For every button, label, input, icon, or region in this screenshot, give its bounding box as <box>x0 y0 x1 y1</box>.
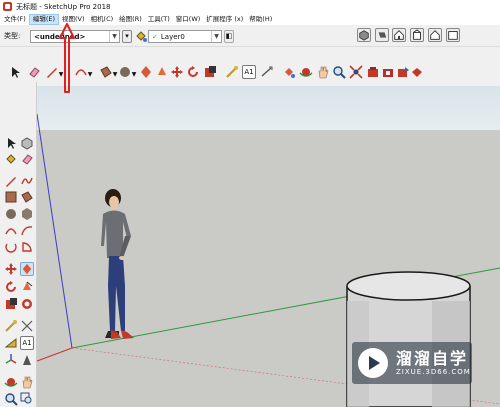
pan-hand-icon[interactable] <box>20 375 34 389</box>
dropdown-arrow-icon[interactable]: ▼ <box>130 68 138 82</box>
polygon-icon[interactable] <box>20 207 34 221</box>
top-view-icon[interactable] <box>375 28 389 42</box>
select-arrow-icon[interactable] <box>4 136 18 150</box>
annotation-arrow-icon <box>59 23 75 93</box>
extension-warehouse-icon[interactable] <box>381 65 395 79</box>
rectangle-icon[interactable] <box>4 190 18 204</box>
front-view-icon[interactable] <box>392 28 406 42</box>
dimension-icon[interactable] <box>20 319 34 333</box>
menu-edit[interactable]: 编辑(E) <box>28 13 59 25</box>
circle-icon[interactable] <box>4 207 18 221</box>
share-model-icon[interactable] <box>396 65 410 79</box>
menu-camera[interactable]: 相机(C) <box>88 14 117 25</box>
x-ray-icon[interactable] <box>147 29 161 43</box>
push-pull-icon[interactable] <box>139 65 153 79</box>
warehouse-icon[interactable] <box>366 65 380 79</box>
menu-help[interactable]: 帮助(H) <box>246 14 275 25</box>
orbit-icon[interactable] <box>299 65 313 79</box>
arrow-down-button[interactable]: ▾ <box>122 30 132 43</box>
paint-bucket-icon[interactable] <box>134 30 148 44</box>
play-logo-icon <box>358 348 388 378</box>
scale-icon[interactable] <box>4 297 18 311</box>
chevron-down-icon: ▼ <box>211 31 221 42</box>
offset-icon[interactable] <box>20 297 34 311</box>
zoom-extents-icon[interactable] <box>349 65 363 79</box>
push-pull-icon[interactable] <box>20 262 34 276</box>
rotated-rectangle-icon[interactable] <box>20 190 34 204</box>
paint-bucket-icon[interactable] <box>282 65 296 79</box>
dropdown-arrow-icon[interactable]: ▼ <box>86 68 94 82</box>
watermark-title: 溜溜自学 <box>396 349 469 368</box>
zoom-icon[interactable] <box>332 65 346 79</box>
blue-axis-line <box>37 113 73 349</box>
axes-icon[interactable] <box>4 353 18 367</box>
menu-extensions[interactable]: 扩展程序 (x) <box>203 14 246 25</box>
right-view-icon[interactable] <box>410 28 424 42</box>
pan-hand-icon[interactable] <box>316 65 330 79</box>
menu-window[interactable]: 窗口(W) <box>173 14 204 25</box>
cylinder-model <box>346 271 471 407</box>
pencil-line-icon[interactable] <box>4 174 18 188</box>
zoom-window-icon[interactable] <box>20 392 34 406</box>
pie-icon[interactable] <box>20 240 34 254</box>
title-bar: 无标题 - SketchUp Pro 2018 <box>0 0 500 13</box>
select-arrow-icon[interactable] <box>8 65 22 79</box>
tape-measure-icon[interactable] <box>225 65 239 79</box>
text-label-icon[interactable]: A1 <box>242 65 256 79</box>
arc-icon[interactable] <box>4 224 18 238</box>
sketchup-app-icon <box>3 2 12 11</box>
watermark: 溜溜自学 ZIXUE.3D66.COM <box>352 342 472 384</box>
two-point-arc-icon[interactable] <box>20 224 34 238</box>
paint-bucket-icon[interactable] <box>4 152 18 166</box>
dimension-icon[interactable] <box>260 65 274 79</box>
eraser-icon[interactable] <box>27 65 41 79</box>
window-title: 无标题 - SketchUp Pro 2018 <box>16 2 111 11</box>
menu-tools[interactable]: 工具(T) <box>145 14 173 25</box>
red-axis-line <box>37 347 73 362</box>
freehand-icon[interactable] <box>20 174 34 188</box>
orbit-icon[interactable] <box>4 375 18 389</box>
iso-view-icon[interactable] <box>357 28 371 42</box>
rotate-icon[interactable] <box>4 280 18 294</box>
zoom-icon[interactable] <box>4 392 18 406</box>
layer-manager-button[interactable]: ◧ <box>224 30 234 43</box>
chevron-down-icon: ▼ <box>109 31 119 42</box>
person-figure <box>101 189 134 339</box>
eraser-icon[interactable] <box>20 152 34 166</box>
watermark-subtitle: ZIXUE.3D66.COM <box>396 368 471 376</box>
type-label: 类型: <box>4 32 21 40</box>
move-icon[interactable] <box>4 262 18 276</box>
menu-file[interactable]: 文件(F) <box>1 14 29 25</box>
back-view-icon[interactable] <box>428 28 442 42</box>
protractor-icon[interactable] <box>4 336 18 350</box>
layer-dropdown-value: Layer0 <box>160 32 185 41</box>
follow-me-icon[interactable] <box>155 65 169 79</box>
left-view-icon[interactable] <box>446 28 460 42</box>
extension-manager-icon[interactable] <box>410 65 424 79</box>
move-icon[interactable] <box>170 65 184 79</box>
component-icon[interactable] <box>20 136 34 150</box>
text-label-icon[interactable]: A1 <box>20 336 34 350</box>
three-point-arc-icon[interactable] <box>4 240 18 254</box>
scale-icon[interactable] <box>203 65 217 79</box>
follow-me-icon[interactable] <box>20 280 34 294</box>
tape-measure-icon[interactable] <box>4 319 18 333</box>
menu-draw[interactable]: 绘图(R) <box>116 14 145 25</box>
3d-text-icon[interactable] <box>20 353 34 367</box>
rotate-icon[interactable] <box>186 65 200 79</box>
